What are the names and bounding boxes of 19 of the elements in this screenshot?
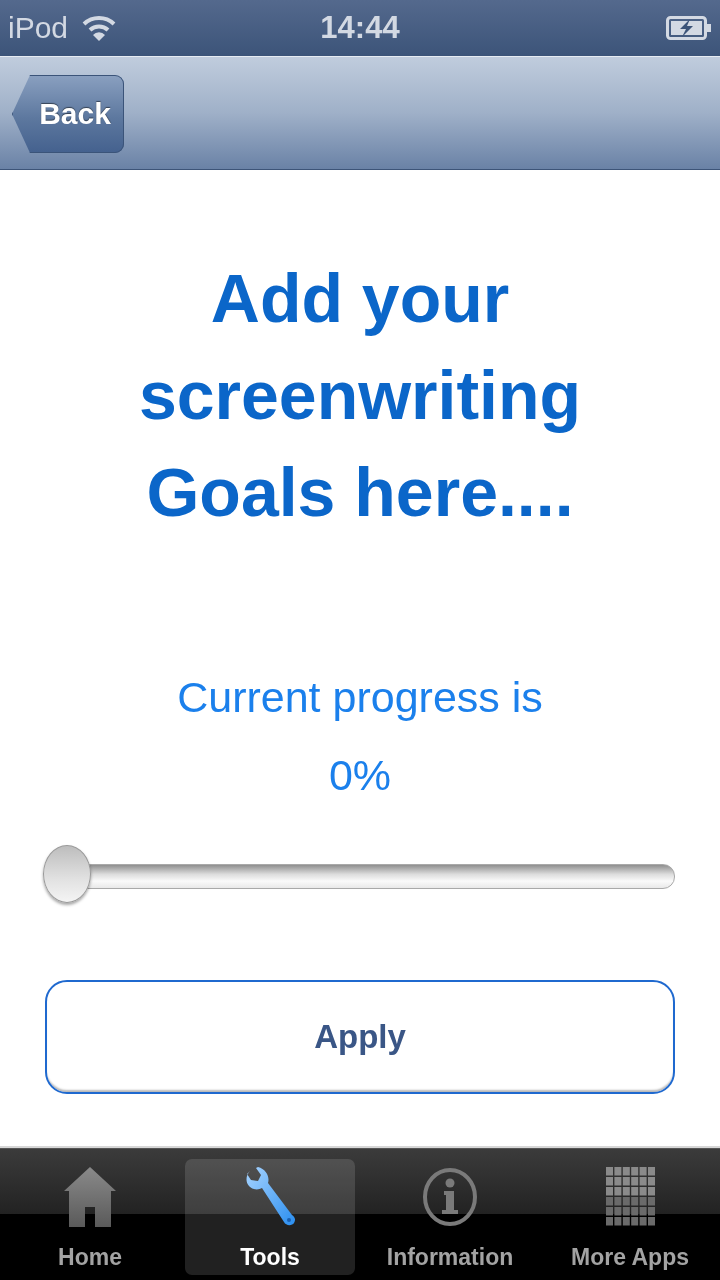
progress-slider-track[interactable] bbox=[43, 845, 677, 903]
wrench-icon bbox=[244, 1167, 296, 1227]
house-icon bbox=[64, 1167, 116, 1227]
progress-value: 0% bbox=[328, 750, 392, 801]
progress-label: Current progress is bbox=[177, 672, 543, 723]
battery-charging-icon bbox=[666, 16, 712, 40]
tab-bar-item[interactable]: Tools bbox=[185, 1159, 355, 1275]
grid-icon bbox=[605, 1167, 655, 1226]
wifi-icon bbox=[82, 14, 117, 42]
goals-heading: Add your screenwriting Goals here.... bbox=[137, 259, 583, 532]
back-button[interactable]: Back bbox=[12, 75, 124, 153]
tab-bar-item[interactable]: More Apps bbox=[545, 1159, 715, 1275]
status-time: 14:44 bbox=[320, 10, 400, 46]
slider-thumb[interactable] bbox=[43, 845, 91, 903]
tab-bar-item[interactable]: Home bbox=[5, 1159, 175, 1275]
carrier-name: iPod bbox=[8, 11, 69, 45]
info-icon bbox=[422, 1167, 478, 1227]
apply-button[interactable]: Apply bbox=[45, 980, 675, 1094]
tab-bar-item[interactable]: Information bbox=[365, 1159, 535, 1275]
